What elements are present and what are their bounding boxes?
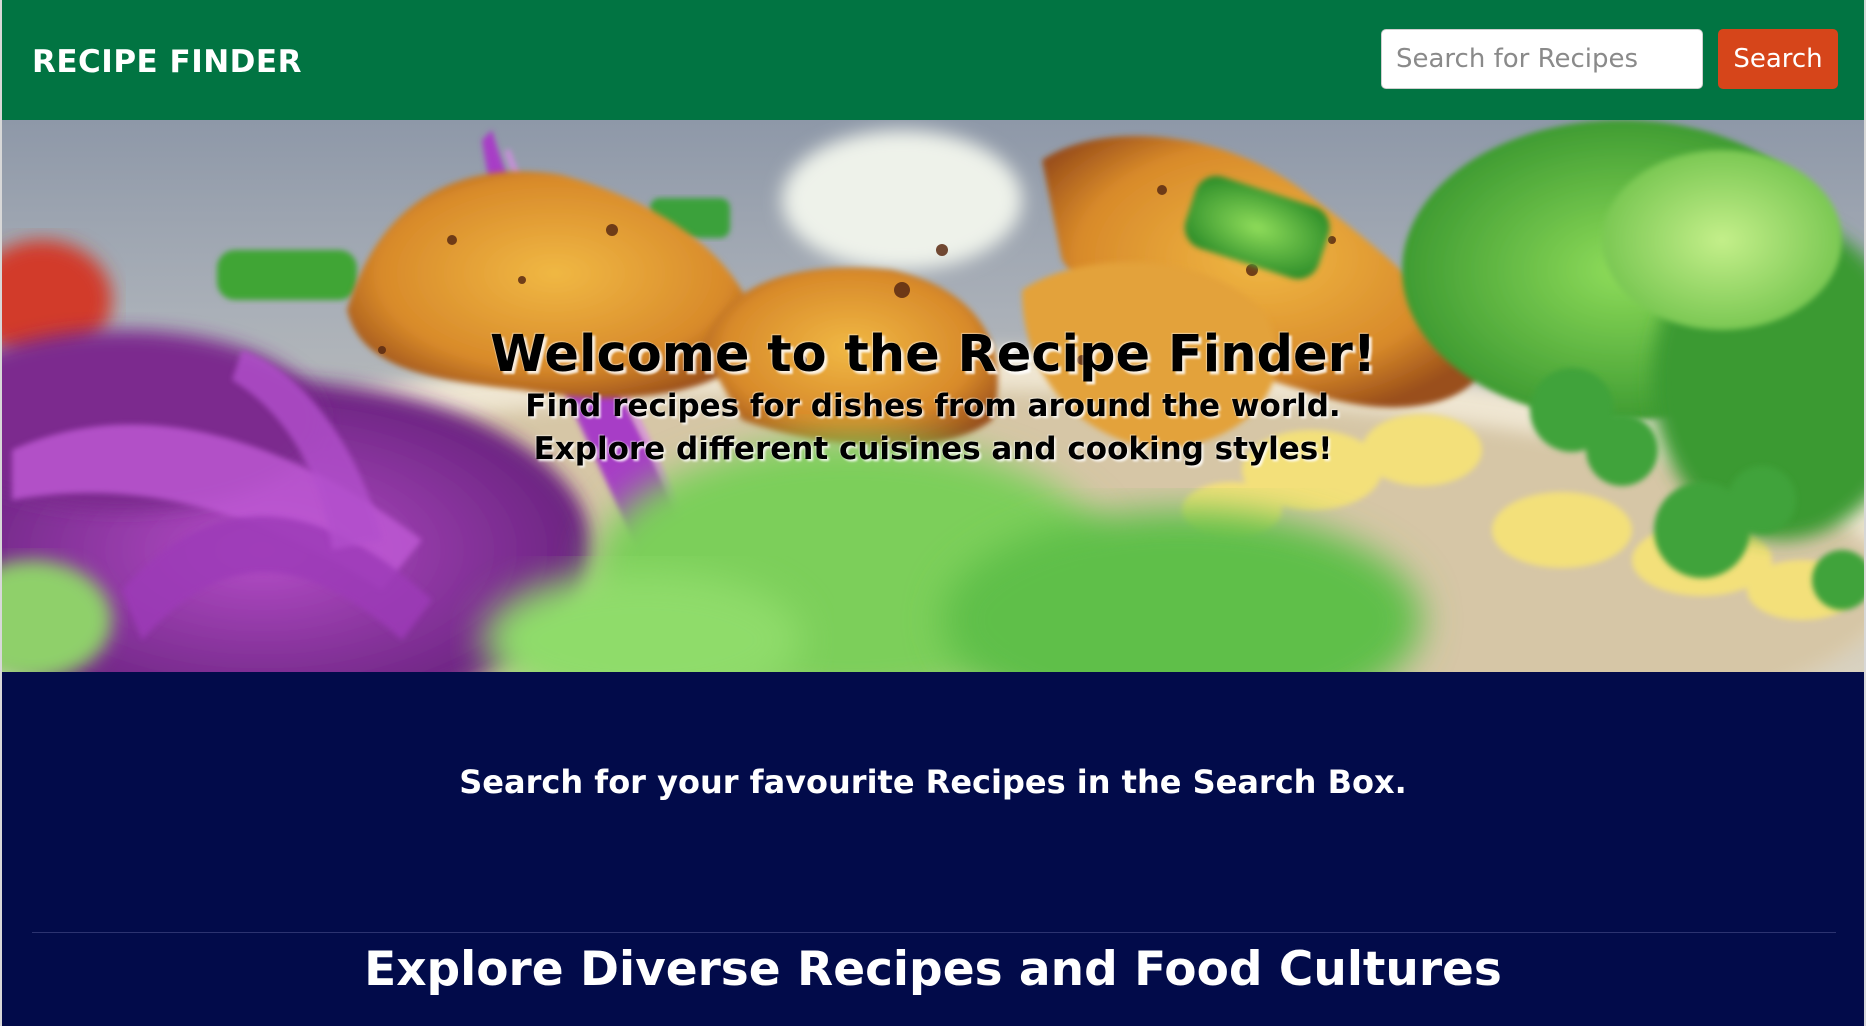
search-hint-text: Search for your favourite Recipes in the… xyxy=(459,763,1407,801)
search-button[interactable]: Search xyxy=(1718,29,1838,89)
hero-text-block: Welcome to the Recipe Finder! Find recip… xyxy=(2,325,1864,471)
section-heading: Explore Diverse Recipes and Food Culture… xyxy=(364,942,1502,997)
page: RECIPE FINDER Search for Recipes Search … xyxy=(0,0,1866,1026)
hero-subtitle-line-2: Explore different cuisines and cooking s… xyxy=(533,431,1333,467)
hero-banner: Welcome to the Recipe Finder! Find recip… xyxy=(2,120,1864,672)
brand-logo-text[interactable]: RECIPE FINDER xyxy=(32,42,302,82)
search-input[interactable] xyxy=(1381,29,1703,89)
main-content: Search for your favourite Recipes in the… xyxy=(2,672,1864,1026)
hero-title: Welcome to the Recipe Finder! xyxy=(489,325,1377,384)
top-navbar: RECIPE FINDER Search xyxy=(2,0,1864,120)
section-divider xyxy=(32,932,1836,933)
hero-subtitle-line-1: Find recipes for dishes from around the … xyxy=(525,388,1341,424)
